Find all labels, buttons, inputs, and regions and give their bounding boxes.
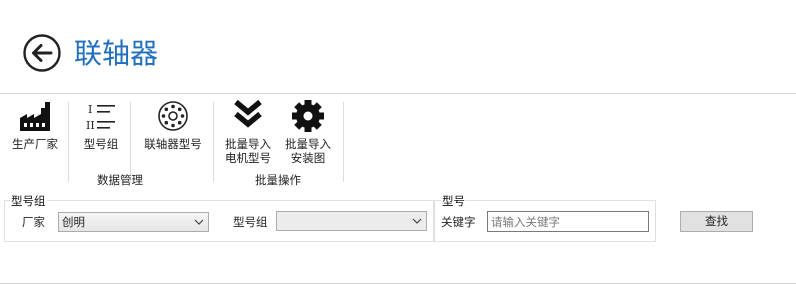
model-group-select[interactable] xyxy=(276,211,427,231)
manufacturer-select-value: 创明 xyxy=(62,215,85,229)
manufacturer-button[interactable]: 生产厂家 xyxy=(8,98,62,151)
group-label-data-management: 数据管理 xyxy=(97,173,143,187)
chevron-down-icon xyxy=(412,218,422,224)
gear-icon xyxy=(292,100,324,132)
manufacturer-select[interactable]: 创明 xyxy=(58,212,209,232)
keyword-input[interactable] xyxy=(487,211,649,232)
manufacturer-label: 厂家 xyxy=(22,215,45,229)
back-arrow-icon[interactable] xyxy=(22,33,62,73)
model-group-button-label: 型号组 xyxy=(83,137,119,151)
coupling-model-button[interactable]: 联轴器型号 xyxy=(140,98,206,151)
import-motor-models-label-1: 批量导入 xyxy=(225,137,271,151)
import-motor-models-label-2: 电机型号 xyxy=(225,151,271,165)
ribbon-separator xyxy=(213,102,214,182)
import-install-drawings-label-2: 安装图 xyxy=(290,151,326,165)
keyword-label: 关键字 xyxy=(441,215,476,229)
coupling-model-button-label: 联轴器型号 xyxy=(144,137,202,151)
model-group-filter-legend: 型号组 xyxy=(10,193,47,209)
svg-text:I: I xyxy=(88,103,92,116)
double-chevron-down-icon xyxy=(234,99,262,128)
page-header: 联轴器 xyxy=(0,0,796,94)
list-icon: I II xyxy=(86,103,115,132)
ribbon-separator xyxy=(130,102,131,182)
coupling-icon xyxy=(158,101,188,131)
model-group-label: 型号组 xyxy=(233,215,268,229)
import-motor-models-button[interactable]: 批量导入 电机型号 xyxy=(220,98,276,165)
factory-icon xyxy=(20,102,50,131)
model-group-button[interactable]: I II 型号组 xyxy=(76,98,126,151)
import-install-drawings-label-1: 批量导入 xyxy=(285,137,331,151)
ribbon-separator xyxy=(68,102,69,182)
ribbon-separator xyxy=(343,102,344,182)
page-title: 联轴器 xyxy=(74,37,159,70)
search-button[interactable]: 查找 xyxy=(680,211,753,232)
ribbon-toolbar: 生产厂家 I II 型号组 联轴器型号 数据管理 批量导入 电机型号 批量导入 … xyxy=(0,94,796,284)
group-label-batch-operations: 批量操作 xyxy=(255,173,301,187)
import-install-drawings-button[interactable]: 批量导入 安装图 xyxy=(280,98,336,165)
svg-text:II: II xyxy=(86,119,95,132)
model-filter-legend: 型号 xyxy=(441,193,466,209)
manufacturer-button-label: 生产厂家 xyxy=(12,137,58,151)
chevron-down-icon xyxy=(194,219,204,225)
